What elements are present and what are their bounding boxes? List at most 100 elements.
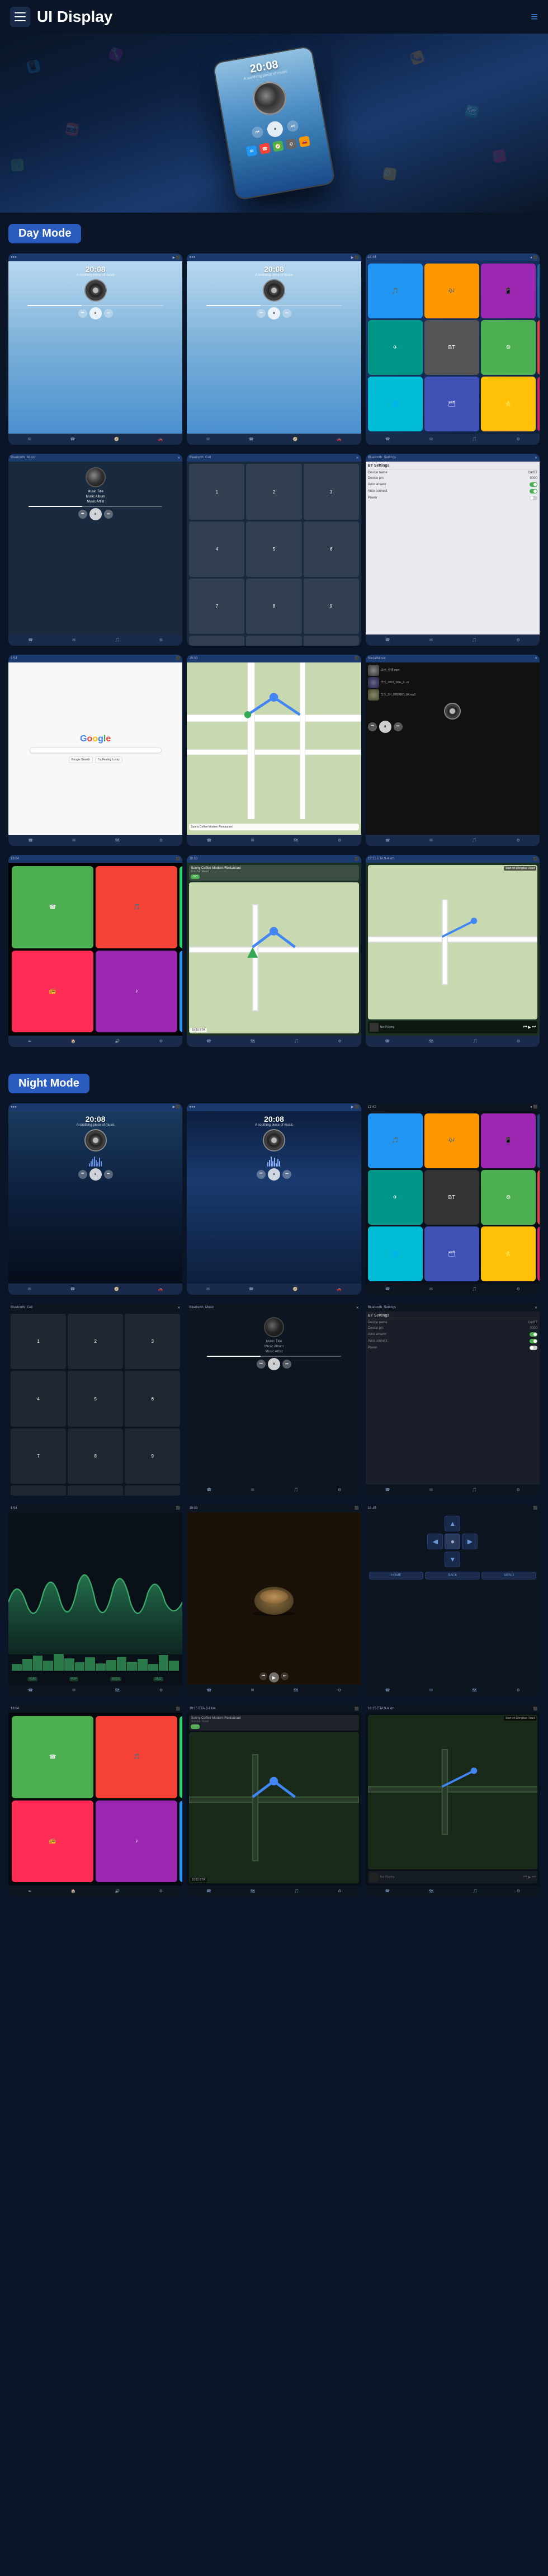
ss-nav-mini-next[interactable]: ⏭ <box>532 1025 536 1030</box>
cp-night-radio[interactable]: 📻 <box>12 1801 93 1882</box>
ss-play-13[interactable]: ⏸ <box>89 1168 102 1181</box>
ss-bt-play[interactable]: ⏸ <box>89 508 102 520</box>
app-night-icon-9[interactable]: 🌐 <box>368 1226 423 1281</box>
ss-nav-arr-left[interactable]: ◀ <box>427 1534 443 1549</box>
call-night-btn-hash[interactable]: # <box>125 1486 180 1496</box>
app-night-icon-12[interactable]: 🔧 <box>537 1226 540 1281</box>
app-icon-9[interactable]: 🌐 <box>368 377 423 431</box>
ss-close-4[interactable]: ✕ <box>177 456 180 460</box>
call-btn-8[interactable]: 8 <box>246 579 301 634</box>
ss-play-14[interactable]: ⏸ <box>268 1168 280 1181</box>
ss-close-17[interactable]: ✕ <box>356 1306 359 1310</box>
ss-bt-night-prev[interactable]: ⏮ <box>257 1360 266 1369</box>
ss-nav-btn-home[interactable]: HOME <box>369 1572 424 1580</box>
next-button[interactable]: ⏭ <box>286 120 299 133</box>
prev-button[interactable]: ⏮ <box>251 126 264 139</box>
call-night-btn-6[interactable]: 6 <box>125 1371 180 1426</box>
ss-next-1[interactable]: ⏭ <box>104 309 113 318</box>
cp-phone[interactable]: ☎ <box>12 866 93 948</box>
call-btn-5[interactable]: 5 <box>246 521 301 577</box>
ss-nav-notplaying-next[interactable]: ⏭ <box>532 1875 536 1879</box>
ss-play-1[interactable]: ⏸ <box>89 307 102 319</box>
app-icon-10[interactable]: 🗂 <box>424 377 479 431</box>
cp-night-messages[interactable]: 💬 <box>179 1716 182 1798</box>
ss-waveform-preset-2[interactable]: POP <box>69 1677 79 1681</box>
call-night-btn-4[interactable]: 4 <box>11 1371 66 1426</box>
ss-nav-mini-play[interactable]: ▶ <box>528 1025 531 1030</box>
ss-bt-prev[interactable]: ⏮ <box>78 510 87 519</box>
ss-nav-arr-center[interactable]: ● <box>445 1534 460 1549</box>
app-icon-2[interactable]: 🎶 <box>424 264 479 318</box>
ss-search-bar[interactable] <box>30 748 162 753</box>
ss-nav-btn-back[interactable]: BACK <box>425 1572 480 1580</box>
app-icon-11[interactable]: ⭐ <box>481 377 536 431</box>
call-night-btn-8[interactable]: 8 <box>68 1428 123 1484</box>
call-btn-7[interactable]: 7 <box>189 579 244 634</box>
call-night-btn-0[interactable]: 0 <box>68 1486 123 1496</box>
ss-next-2[interactable]: ⏭ <box>282 309 291 318</box>
cp-spotify[interactable]: ♪ <box>96 951 177 1032</box>
call-night-btn-7[interactable]: 7 <box>11 1428 66 1484</box>
call-night-btn-1[interactable]: 1 <box>11 1314 66 1369</box>
ss-toggle-night-auto-connect[interactable] <box>530 1339 537 1343</box>
cp-night-music[interactable]: 🎵 <box>96 1716 177 1798</box>
ss-waveform-preset-1[interactable]: FLAT <box>27 1677 37 1681</box>
ss-food-btn-prev[interactable]: ⏮ <box>259 1672 267 1680</box>
app-night-icon-11[interactable]: ⭐ <box>481 1226 536 1281</box>
call-btn-2[interactable]: 2 <box>246 464 301 519</box>
call-btn-6[interactable]: 6 <box>304 521 359 577</box>
ss-prev-13[interactable]: ⏮ <box>78 1170 87 1179</box>
app-icon-3[interactable]: 📱 <box>481 264 536 318</box>
ss-waveform-preset-3[interactable]: ROCK <box>110 1677 121 1681</box>
ss-social-next[interactable]: ⏭ <box>394 722 403 731</box>
play-button[interactable]: ⏸ <box>266 120 284 138</box>
cp-night-phone[interactable]: ☎ <box>12 1716 93 1798</box>
ss-google-lucky-btn[interactable]: I'm Feeling Lucky <box>95 756 122 763</box>
ss-nav-night-go-btn[interactable]: GO <box>191 1724 200 1729</box>
call-btn-4[interactable]: 4 <box>189 521 244 577</box>
cp-music[interactable]: 🎵 <box>96 866 177 948</box>
ss-nav-arr-down[interactable]: ▼ <box>445 1552 460 1567</box>
ss-play-2[interactable]: ⏸ <box>268 307 280 319</box>
menu-button[interactable] <box>10 7 30 27</box>
ss-toggle-night-power[interactable] <box>530 1346 537 1350</box>
cp-night-maps[interactable]: 🗺 <box>179 1801 182 1882</box>
ss-next-13[interactable]: ⏭ <box>104 1170 113 1179</box>
ss-food-btn-play[interactable]: ▶ <box>269 1672 279 1682</box>
ss-close-18[interactable]: ✕ <box>535 1306 537 1310</box>
ss-nav-go-btn[interactable]: GO <box>191 875 200 879</box>
ss-toggle-auto-answer[interactable] <box>530 482 537 487</box>
ss-nav-arr-up[interactable]: ▲ <box>445 1516 460 1531</box>
ss-prev-1[interactable]: ⏮ <box>78 309 87 318</box>
ss-nav-arr-right[interactable]: ▶ <box>462 1534 478 1549</box>
app-night-icon-10[interactable]: 🗂 <box>424 1226 479 1281</box>
cp-maps[interactable]: 🗺 <box>179 951 182 1032</box>
app-night-icon-2[interactable]: 🎶 <box>424 1113 479 1168</box>
ss-google-search-btn[interactable]: Google Search <box>69 756 93 763</box>
call-btn-3[interactable]: 3 <box>304 464 359 519</box>
ss-prev-2[interactable]: ⏮ <box>257 309 266 318</box>
app-night-icon-4[interactable]: 📞 <box>537 1113 540 1168</box>
ss-waveform-preset-4[interactable]: JAZZ <box>153 1677 163 1681</box>
app-icon-bt[interactable]: BT <box>424 320 479 375</box>
app-night-icon-3[interactable]: 📱 <box>481 1113 536 1168</box>
ss-close-16[interactable]: ✕ <box>177 1306 180 1310</box>
ss-bt-next[interactable]: ⏭ <box>104 510 113 519</box>
call-btn-star[interactable]: * <box>189 636 244 646</box>
ss-nav-mini-prev[interactable]: ⏮ <box>523 1025 527 1030</box>
app-icon-12[interactable]: 🔧 <box>537 377 540 431</box>
ss-social-prev[interactable]: ⏮ <box>368 722 377 731</box>
app-night-icon-7[interactable]: ⚙ <box>481 1170 536 1225</box>
ss-toggle-power[interactable] <box>530 496 537 500</box>
app-icon-8[interactable]: 📷 <box>537 320 540 375</box>
call-night-btn-9[interactable]: 9 <box>125 1428 180 1484</box>
ss-nav-btn-menu[interactable]: MENU <box>481 1572 536 1580</box>
ss-close-5[interactable]: ✕ <box>356 456 359 460</box>
ss-bt-night-next[interactable]: ⏭ <box>282 1360 291 1369</box>
app-icon-1[interactable]: 🎵 <box>368 264 423 318</box>
call-btn-0[interactable]: 0 <box>246 636 301 646</box>
call-btn-1[interactable]: 1 <box>189 464 244 519</box>
ss-toggle-auto-connect[interactable] <box>530 489 537 493</box>
app-night-icon-bt[interactable]: BT <box>424 1170 479 1225</box>
cp-radio[interactable]: 📻 <box>12 951 93 1032</box>
